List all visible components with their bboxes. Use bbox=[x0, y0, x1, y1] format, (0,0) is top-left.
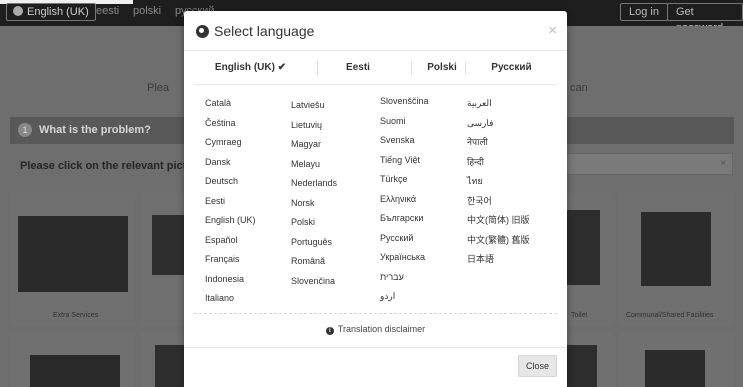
translation-disclaimer-link[interactable]: i Translation disclaimer bbox=[184, 324, 567, 335]
language-option[interactable]: עברית bbox=[380, 271, 429, 291]
language-option[interactable]: 中文(繁體) 舊版 bbox=[467, 234, 530, 254]
language-option[interactable]: Português bbox=[291, 236, 337, 256]
tab-polski[interactable]: Polski bbox=[412, 58, 472, 78]
current-language-button[interactable]: English (UK) bbox=[6, 3, 96, 21]
language-option[interactable]: العربية bbox=[467, 97, 530, 117]
get-password-button[interactable]: Get password bbox=[667, 3, 743, 34]
login-button[interactable]: Log in bbox=[620, 3, 668, 21]
language-option[interactable]: Català bbox=[205, 97, 256, 117]
footer-divider bbox=[184, 347, 567, 348]
language-option[interactable]: Français bbox=[205, 253, 256, 273]
language-option[interactable]: नेपाली bbox=[467, 136, 530, 156]
info-icon: i bbox=[325, 327, 334, 335]
building-icon bbox=[641, 212, 711, 286]
gate-icon bbox=[18, 216, 128, 292]
language-column-1: Català Čeština Cymraeg Dansk Deutsch Ees… bbox=[205, 97, 256, 312]
globe-icon bbox=[196, 25, 209, 38]
step-number-badge: 1 bbox=[18, 123, 32, 137]
language-column-3: Slovenščina Suomi Svenska Tiếng Việt Tür… bbox=[380, 95, 429, 310]
appliance-icon bbox=[30, 355, 120, 387]
tab-english-uk[interactable]: English (UK) ✔ bbox=[194, 58, 307, 78]
tab-russian[interactable]: Русский bbox=[466, 58, 557, 78]
toilet-icon bbox=[567, 210, 600, 285]
language-option[interactable]: 中文(简体) 旧版 bbox=[467, 214, 530, 234]
language-link-polski[interactable]: polski bbox=[133, 5, 161, 17]
translation-disclaimer-label: Translation disclaimer bbox=[337, 324, 426, 334]
clear-search-icon[interactable]: × bbox=[720, 158, 726, 169]
tab-eesti[interactable]: Eesti bbox=[318, 58, 398, 78]
heating-icon bbox=[567, 345, 597, 387]
language-option[interactable]: Slovenščina bbox=[380, 95, 429, 115]
language-option[interactable]: English (UK) bbox=[205, 214, 256, 234]
electricity-icon bbox=[155, 345, 184, 387]
language-option[interactable]: Türkçe bbox=[380, 173, 429, 193]
featured-language-tabs: English (UK) ✔ Eesti Polski Русский bbox=[194, 58, 557, 78]
language-option[interactable]: Italiano bbox=[205, 292, 256, 312]
language-column-2: Latviešu Lietuvių Magyar Melayu Nederlan… bbox=[291, 99, 337, 294]
language-option[interactable]: Deutsch bbox=[205, 175, 256, 195]
globe-icon bbox=[13, 6, 23, 16]
language-option[interactable]: Čeština bbox=[205, 117, 256, 137]
dashed-divider bbox=[194, 313, 557, 314]
language-option[interactable]: Svenska bbox=[380, 134, 429, 154]
modal-title: Select language bbox=[214, 23, 315, 39]
language-option[interactable]: Slovenčina bbox=[291, 275, 337, 295]
language-option[interactable]: اردو bbox=[380, 290, 429, 310]
language-option[interactable]: Suomi bbox=[380, 115, 429, 135]
language-option[interactable]: Български bbox=[380, 212, 429, 232]
language-option[interactable]: Dansk bbox=[205, 156, 256, 176]
language-option[interactable]: Latviešu bbox=[291, 99, 337, 119]
language-column-4: العربية فارسی नेपाली हिन्दी ไทย 한국어 中文(简… bbox=[467, 97, 530, 273]
problem-title: What is the problem? bbox=[39, 124, 151, 136]
close-button[interactable]: Close bbox=[518, 355, 557, 377]
language-option[interactable]: فارسی bbox=[467, 117, 530, 137]
search-input[interactable]: × bbox=[560, 153, 733, 175]
language-modal: Select language × English (UK) ✔ Eesti P… bbox=[184, 11, 567, 387]
current-language-label: English (UK) bbox=[27, 6, 89, 18]
language-option[interactable]: 日本語 bbox=[467, 253, 530, 273]
intro-text-fragment-right: can bbox=[570, 82, 588, 94]
language-option[interactable]: Cymraeg bbox=[205, 136, 256, 156]
language-option[interactable]: Magyar bbox=[291, 138, 337, 158]
intro-text-fragment-left: Plea bbox=[147, 82, 170, 94]
language-option[interactable]: Русский bbox=[380, 232, 429, 252]
tap-icon bbox=[645, 350, 705, 387]
card-label-toilet: Toilet bbox=[571, 312, 588, 319]
language-option[interactable]: Українська bbox=[380, 251, 429, 271]
language-option[interactable]: 한국어 bbox=[467, 195, 530, 215]
picture-heading: Please click on the relevant picture bbox=[20, 160, 204, 172]
language-option[interactable]: Ελληνικά bbox=[380, 193, 429, 213]
card-label-extra-services: Extra Services bbox=[53, 312, 99, 319]
language-option[interactable]: Lietuvių bbox=[291, 119, 337, 139]
language-option[interactable]: Norsk bbox=[291, 197, 337, 217]
card-label-communal-facilities: Communal/Shared Facilities bbox=[626, 312, 714, 319]
language-option[interactable]: Español bbox=[205, 234, 256, 254]
language-option[interactable]: Nederlands bbox=[291, 177, 337, 197]
language-option[interactable]: Polski bbox=[291, 216, 337, 236]
language-option[interactable]: हिन्दी bbox=[467, 156, 530, 176]
close-icon[interactable]: × bbox=[548, 22, 557, 39]
language-option[interactable]: Melayu bbox=[291, 158, 337, 178]
language-option[interactable]: Indonesia bbox=[205, 273, 256, 293]
language-option[interactable]: ไทย bbox=[467, 175, 530, 195]
modal-header: Select language × bbox=[184, 11, 567, 51]
language-option[interactable]: Română bbox=[291, 255, 337, 275]
language-option[interactable]: Tiếng Việt bbox=[380, 154, 429, 174]
language-option[interactable]: Eesti bbox=[205, 195, 256, 215]
language-link-eesti[interactable]: eesti bbox=[96, 5, 119, 17]
house-icon bbox=[152, 215, 184, 275]
tabs-divider bbox=[194, 84, 557, 85]
